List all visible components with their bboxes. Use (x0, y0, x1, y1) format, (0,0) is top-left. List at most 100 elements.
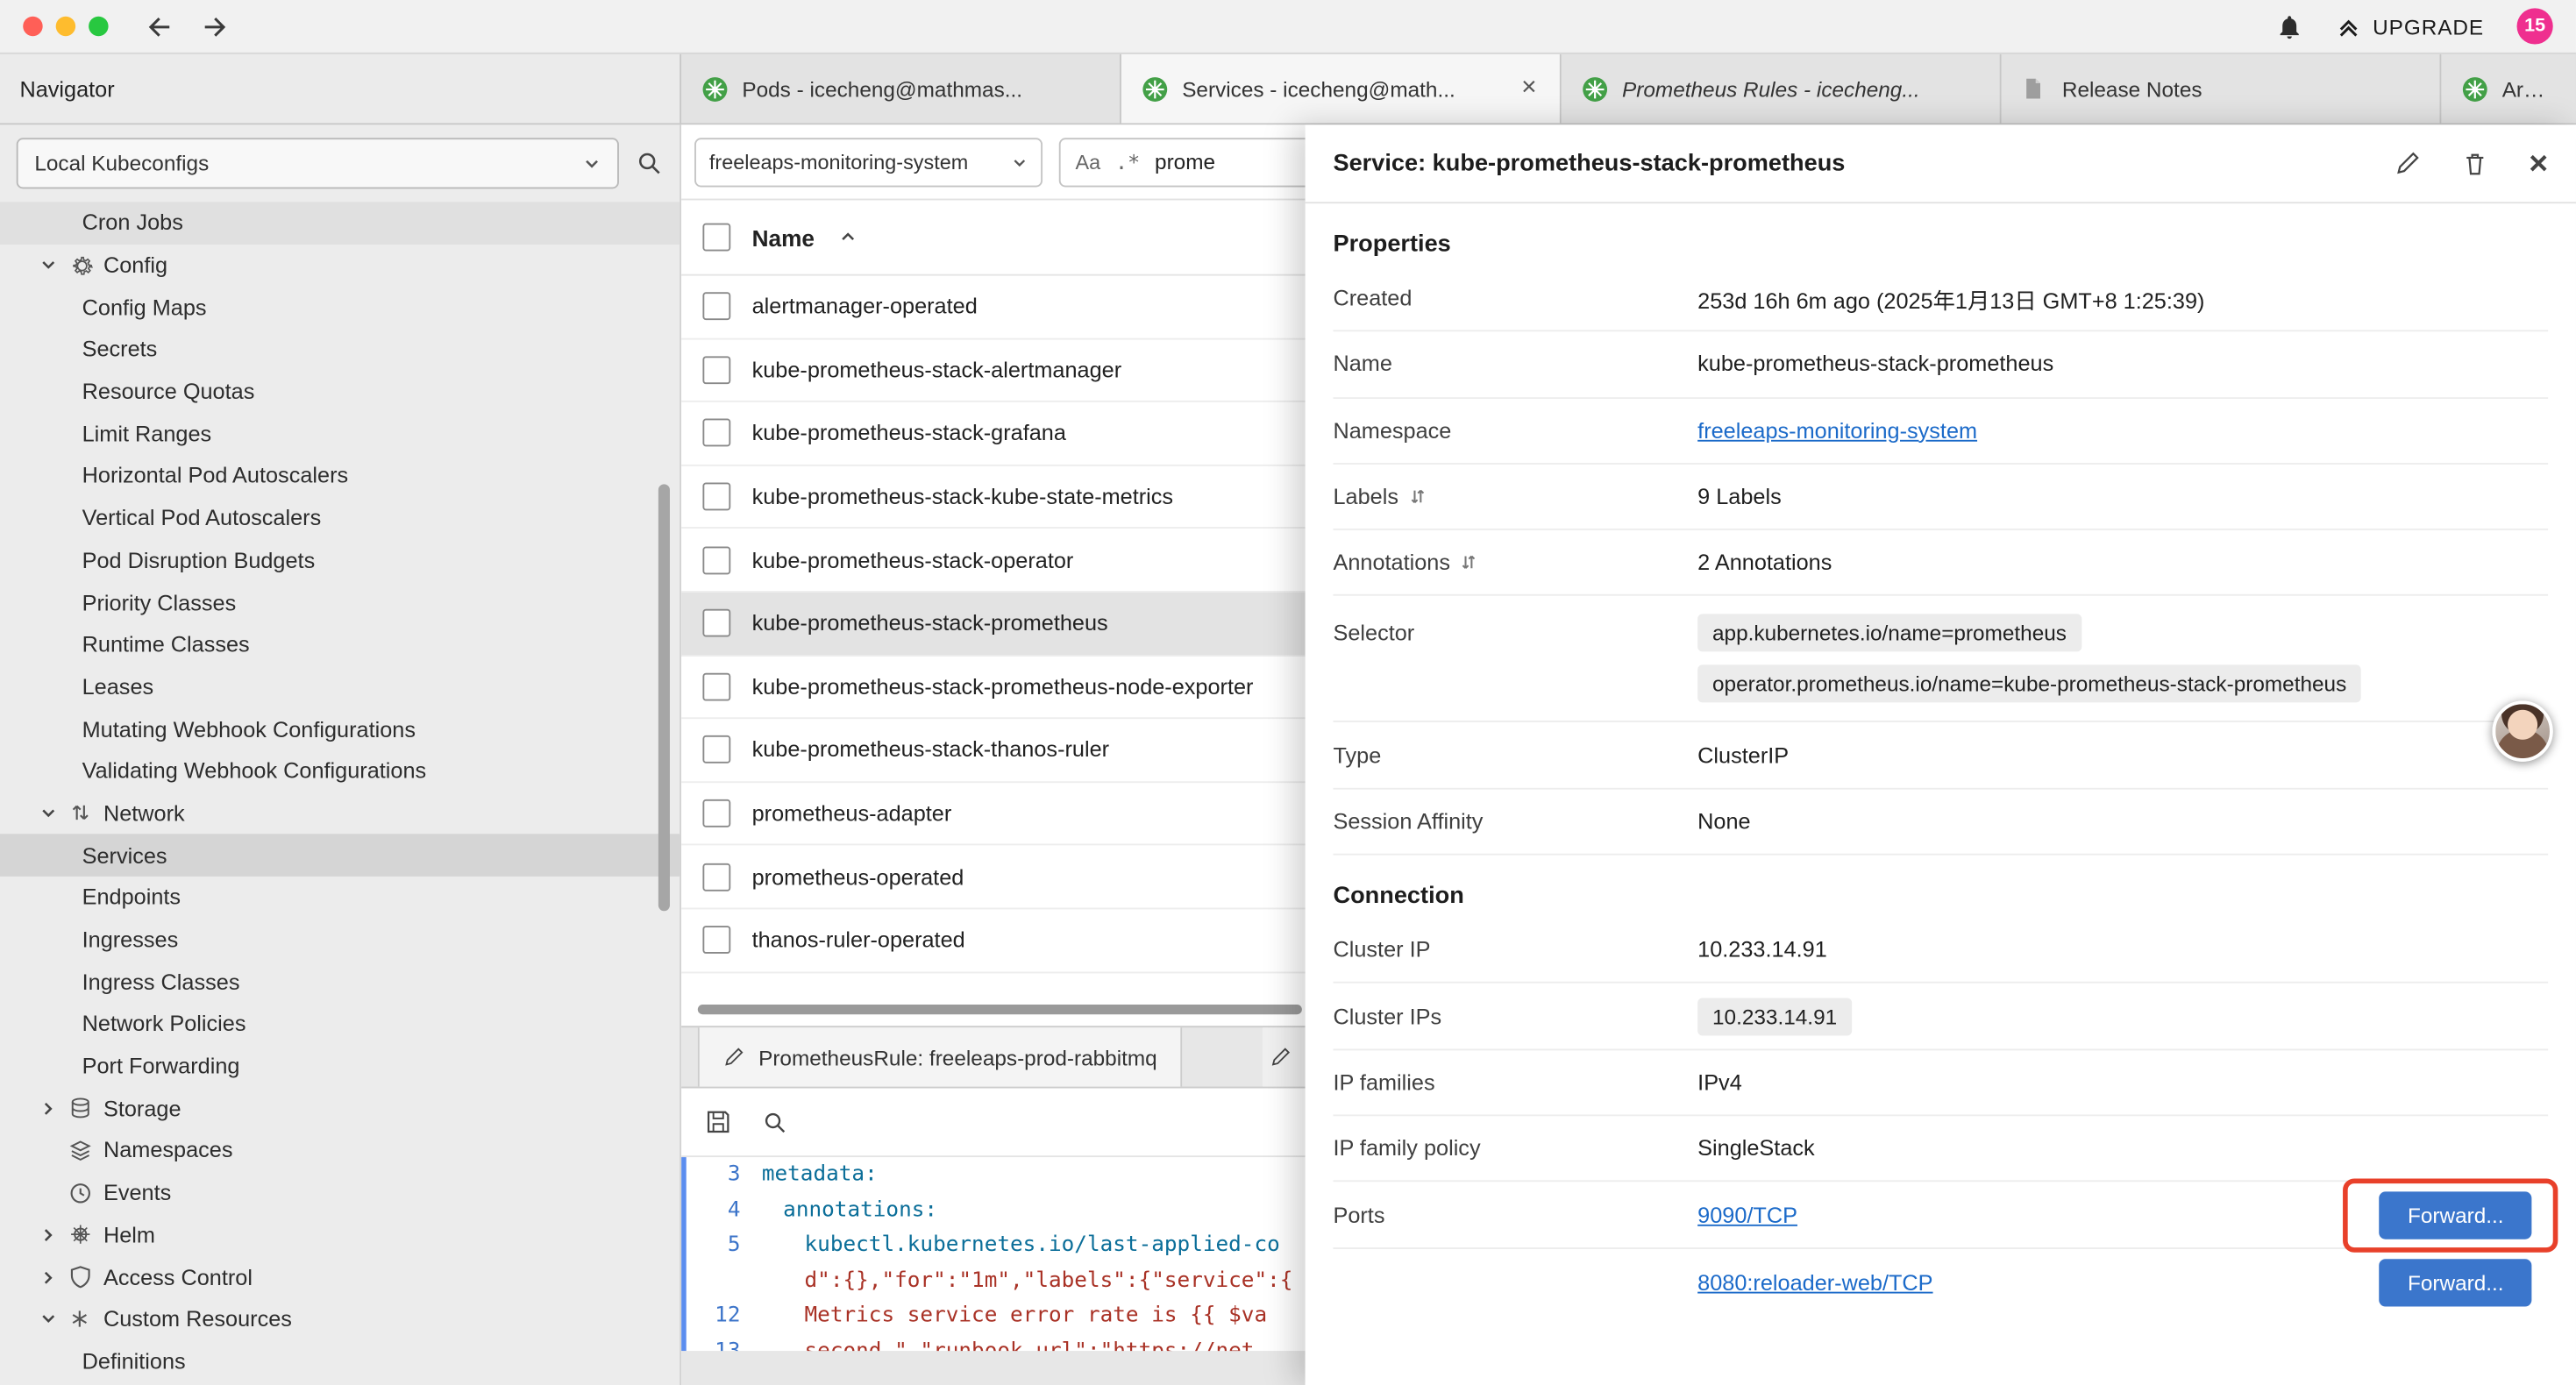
kubeconfig-selector[interactable]: Local Kubeconfigs (17, 138, 619, 188)
avatar[interactable] (2492, 701, 2552, 762)
table-row[interactable]: kube-prometheus-stack-prometheus-node-ex… (681, 656, 1306, 719)
close-window-button[interactable] (23, 17, 42, 36)
sidebar-item[interactable]: Endpoints (0, 877, 680, 919)
port-link[interactable]: 8080:reloader-web/TCP (1697, 1271, 1932, 1296)
sidebar-item[interactable]: Config (0, 244, 680, 286)
dock-tab-prometheusrule[interactable]: PrometheusRule: freeleaps-prod-rabbitmq (698, 1027, 1182, 1086)
labels-value[interactable]: 9 Labels (1697, 484, 2548, 508)
chevron-right-icon[interactable] (39, 1225, 69, 1244)
sidebar-item[interactable]: Services (0, 835, 680, 877)
sidebar-item[interactable]: Events (0, 1172, 680, 1214)
sidebar-item[interactable]: Port Forwarding (0, 1045, 680, 1087)
search-icon[interactable] (636, 149, 664, 177)
table-row[interactable]: thanos-ruler-operated (681, 909, 1306, 972)
table-row[interactable]: kube-prometheus-stack-operator (681, 529, 1306, 593)
tab[interactable]: Services - icecheng@math... × (1121, 54, 1562, 124)
close-icon[interactable]: × (2529, 147, 2548, 180)
close-tab-icon[interactable]: × (1518, 72, 1540, 104)
select-all-checkbox[interactable] (702, 224, 730, 252)
regex-toggle[interactable]: .* (1115, 149, 1140, 174)
sort-caret-up-icon[interactable] (839, 228, 857, 246)
zoom-window-button[interactable] (89, 17, 108, 36)
sidebar-item[interactable]: Pod Disruption Budgets (0, 539, 680, 581)
sidebar-item[interactable]: Config Maps (0, 287, 680, 329)
chevron-down-icon[interactable] (39, 1310, 69, 1329)
edit-icon[interactable] (2395, 149, 2423, 177)
name-column-header[interactable]: Name (752, 224, 815, 251)
table-row[interactable]: kube-prometheus-stack-grafana (681, 402, 1306, 465)
sort-updown-icon[interactable] (1408, 486, 1427, 507)
yaml-editor[interactable]: 3 metadata: 4 annotations: 5 kubectl.kub… (681, 1157, 1306, 1351)
row-checkbox[interactable] (702, 927, 730, 955)
notification-badge[interactable]: 15 (2517, 8, 2553, 44)
sidebar-item[interactable]: Storage (0, 1087, 680, 1129)
row-checkbox[interactable] (702, 609, 730, 637)
tab[interactable]: Pods - icecheng@mathmas... × (681, 54, 1121, 124)
table-row[interactable]: alertmanager-operated (681, 276, 1306, 339)
sidebar-item[interactable]: Validating Webhook Configurations (0, 750, 680, 792)
row-checkbox[interactable] (702, 356, 730, 384)
horizontal-scrollbar[interactable] (698, 1005, 1302, 1014)
tab[interactable]: Prometheus Rules - icecheng... × (1562, 54, 2002, 124)
row-checkbox[interactable] (702, 419, 730, 447)
tab[interactable]: Release Notes × (2002, 54, 2442, 124)
table-row[interactable]: kube-prometheus-stack-prometheus (681, 593, 1306, 656)
sidebar-item[interactable]: Namespaces (0, 1130, 680, 1172)
search-input[interactable]: Aa .* prome (1059, 137, 1306, 186)
search-icon[interactable] (762, 1109, 788, 1135)
chevron-down-icon[interactable] (39, 804, 69, 822)
table-row[interactable]: prometheus-operated (681, 846, 1306, 909)
sidebar-item[interactable]: Leases (0, 665, 680, 707)
sidebar-item[interactable]: Limit Ranges (0, 413, 680, 455)
sidebar-item[interactable]: Horizontal Pod Autoscalers (0, 455, 680, 497)
case-sensitive-toggle[interactable]: Aa (1075, 150, 1100, 173)
row-checkbox[interactable] (702, 736, 730, 764)
sidebar-item[interactable]: Mutating Webhook Configurations (0, 708, 680, 750)
navigator-header[interactable]: Navigator (0, 54, 681, 124)
table-row[interactable]: kube-prometheus-stack-thanos-ruler (681, 719, 1306, 782)
sidebar-item[interactable]: Priority Classes (0, 581, 680, 623)
delete-icon[interactable] (2461, 149, 2489, 177)
forward-icon[interactable] (199, 11, 231, 42)
row-checkbox[interactable] (702, 483, 730, 511)
sidebar-item[interactable]: Ingresses (0, 919, 680, 961)
sidebar-item[interactable]: Network Policies (0, 1003, 680, 1045)
sidebar-item[interactable]: Custom Resources (0, 1298, 680, 1340)
table-row[interactable]: kube-prometheus-stack-alertmanager (681, 339, 1306, 402)
save-icon[interactable] (704, 1108, 732, 1136)
sidebar-item[interactable]: Resource Quotas (0, 371, 680, 413)
sort-updown-icon[interactable] (1460, 552, 1478, 573)
chevron-right-icon[interactable] (39, 1268, 69, 1287)
sidebar-item[interactable]: Secrets (0, 329, 680, 371)
sidebar-item[interactable]: Ingress Classes (0, 961, 680, 1003)
sidebar-item[interactable]: Vertical Pod Autoscalers (0, 497, 680, 539)
port-link[interactable]: 9090/TCP (1697, 1203, 1797, 1227)
upgrade-button[interactable]: UPGRADE (2337, 14, 2484, 39)
sidebar-item[interactable]: Network (0, 792, 680, 835)
forward-button[interactable]: Forward... (2380, 1191, 2531, 1239)
sidebar-item[interactable]: Helm (0, 1214, 680, 1256)
row-checkbox[interactable] (702, 293, 730, 321)
sidebar-scrollbar[interactable] (658, 484, 670, 911)
sidebar-item[interactable]: Runtime Classes (0, 623, 680, 665)
namespace-filter-dropdown[interactable]: freeleaps-monitoring-system (694, 137, 1042, 186)
sidebar-item[interactable]: Access Control (0, 1256, 680, 1298)
table-row[interactable]: prometheus-adapter (681, 783, 1306, 846)
dock-tab-partial[interactable] (1263, 1027, 1306, 1086)
minimize-window-button[interactable] (56, 17, 75, 36)
forward-button[interactable]: Forward... (2380, 1260, 2531, 1307)
sidebar-item[interactable]: Definitions (0, 1340, 680, 1382)
row-checkbox[interactable] (702, 863, 730, 891)
chevron-right-icon[interactable] (39, 1099, 69, 1118)
tab[interactable]: Argo S × (2441, 54, 2576, 124)
row-checkbox[interactable] (702, 799, 730, 827)
namespace-link[interactable]: freeleaps-monitoring-system (1697, 418, 1977, 443)
chevron-down-icon[interactable] (39, 256, 69, 274)
row-checkbox[interactable] (702, 546, 730, 574)
row-checkbox[interactable] (702, 672, 730, 700)
table-row[interactable]: kube-prometheus-stack-kube-state-metrics (681, 465, 1306, 529)
sidebar-item[interactable]: Cron Jobs (0, 202, 680, 244)
bell-icon[interactable] (2276, 12, 2304, 40)
back-icon[interactable] (145, 11, 176, 42)
annotations-value[interactable]: 2 Annotations (1697, 550, 2548, 575)
